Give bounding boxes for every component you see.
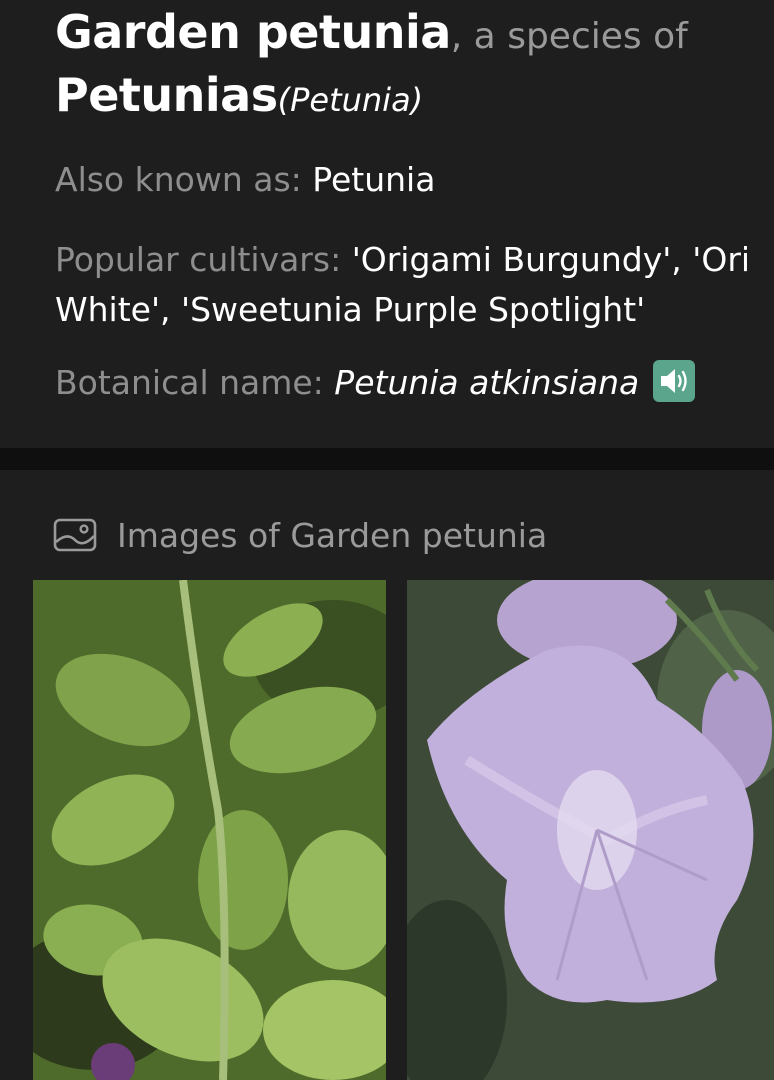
common-name: Garden petunia [55,5,451,59]
genus-name[interactable]: Petunias [55,68,278,122]
botanical-name-row: Botanical name: Petunia atkinsiana [55,359,696,406]
also-known-as-label: Also known as: [55,160,313,199]
botanical-name-label: Botanical name: [55,363,335,402]
speaker-icon[interactable] [653,359,696,402]
title-line-2: Petunias(Petunia) [55,68,423,122]
images-section: Images of Garden petunia [0,470,774,1080]
cultivars-row: Popular cultivars: 'Origami Burgundy', '… [55,240,750,279]
species-connector: , a species of [450,16,688,57]
botanical-name-value: Petunia atkinsiana [334,363,640,402]
title-line-1: Garden petunia, a species of [55,5,688,59]
petunia-foliage-image[interactable] [33,580,386,1080]
images-heading: Images of Garden petunia [117,516,548,555]
cultivars-value-line-1: 'Origami Burgundy', 'Ori [351,240,751,279]
cultivars-row-continued: White', 'Sweetunia Purple Spotlight' [55,290,645,329]
section-divider [0,448,774,470]
species-info-card: Garden petunia, a species of Petunias(Pe… [0,0,774,448]
cultivars-label: Popular cultivars: [55,240,352,279]
cultivars-value-line-2: White', 'Sweetunia Purple Spotlight' [55,290,646,329]
petunia-flower-image[interactable] [407,580,774,1080]
genus-latin-name: (Petunia) [277,81,424,119]
also-known-as-value: Petunia [312,160,436,199]
also-known-as-row: Also known as: Petunia [55,160,435,199]
gallery-icon [53,518,97,556]
